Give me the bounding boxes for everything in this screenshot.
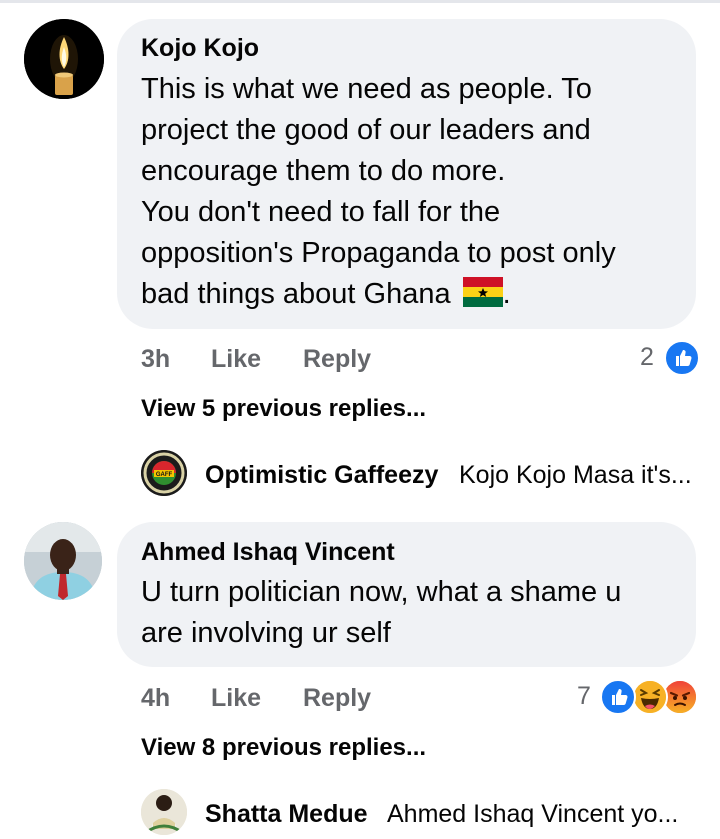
ghana-flag-icon xyxy=(462,277,503,319)
reaction-count: 2 xyxy=(640,343,654,371)
reaction-count: 7 xyxy=(577,682,591,710)
avatar-shatta-medue xyxy=(141,789,187,835)
comment-line: This is what we need as people. To xyxy=(141,73,592,105)
haha-reaction-icon xyxy=(632,679,668,715)
reply-snippet: Kojo Kojo Masa it's... xyxy=(459,461,692,489)
latest-reply[interactable]: Shatta Medue Ahmed Ishaq Vincent yo... xyxy=(141,789,711,839)
comment-timestamp[interactable]: 3h xyxy=(141,345,170,374)
badge-logo-icon: GAFF xyxy=(141,450,187,496)
latest-reply[interactable]: GAFF Optimistic Gaffeezy Kojo Kojo Masa … xyxy=(141,450,711,500)
view-previous-replies[interactable]: View 5 previous replies... xyxy=(141,395,426,423)
comment-line: are involving ur self xyxy=(141,617,391,649)
comment-author[interactable]: Kojo Kojo xyxy=(141,34,259,63)
comment-line: You don't need to fall for the xyxy=(141,196,501,228)
reply-button[interactable]: Reply xyxy=(303,345,371,374)
comment-line-suffix: . xyxy=(502,278,511,310)
comment-line: U turn politician now, what a shame u xyxy=(141,576,622,608)
svg-text:GAFF: GAFF xyxy=(156,472,173,478)
reply-snippet: Ahmed Ishaq Vincent yo... xyxy=(387,800,679,828)
avatar-candle[interactable] xyxy=(24,19,104,99)
reply-author[interactable]: Shatta Medue xyxy=(205,800,368,829)
reply-button[interactable]: Reply xyxy=(303,684,371,713)
reply-author[interactable]: Optimistic Gaffeezy xyxy=(205,461,438,490)
avatar-ahmed[interactable] xyxy=(24,522,102,600)
like-reaction-icon xyxy=(664,340,700,376)
like-button[interactable]: Like xyxy=(211,684,261,713)
profile-photo-icon xyxy=(141,789,187,835)
comment-actions: 3h Like Reply xyxy=(141,345,701,377)
comment-line: project the good of our leaders and xyxy=(141,114,591,146)
profile-photo-icon xyxy=(24,522,102,600)
like-reaction-icon xyxy=(600,679,636,715)
candle-icon xyxy=(24,19,104,99)
like-button[interactable]: Like xyxy=(211,345,261,374)
comment-line: bad things about Ghana xyxy=(141,278,451,310)
top-divider xyxy=(0,0,720,3)
comment-timestamp[interactable]: 4h xyxy=(141,684,170,713)
comment-author[interactable]: Ahmed Ishaq Vincent xyxy=(141,538,395,567)
view-previous-replies[interactable]: View 8 previous replies... xyxy=(141,734,426,762)
comment-line: encourage them to do more. xyxy=(141,155,506,187)
comment-line-last: bad things about Ghana . xyxy=(141,274,511,319)
comment-line: opposition's Propaganda to post only xyxy=(141,237,616,269)
avatar-optimistic-gaffeezy: GAFF xyxy=(141,450,187,496)
